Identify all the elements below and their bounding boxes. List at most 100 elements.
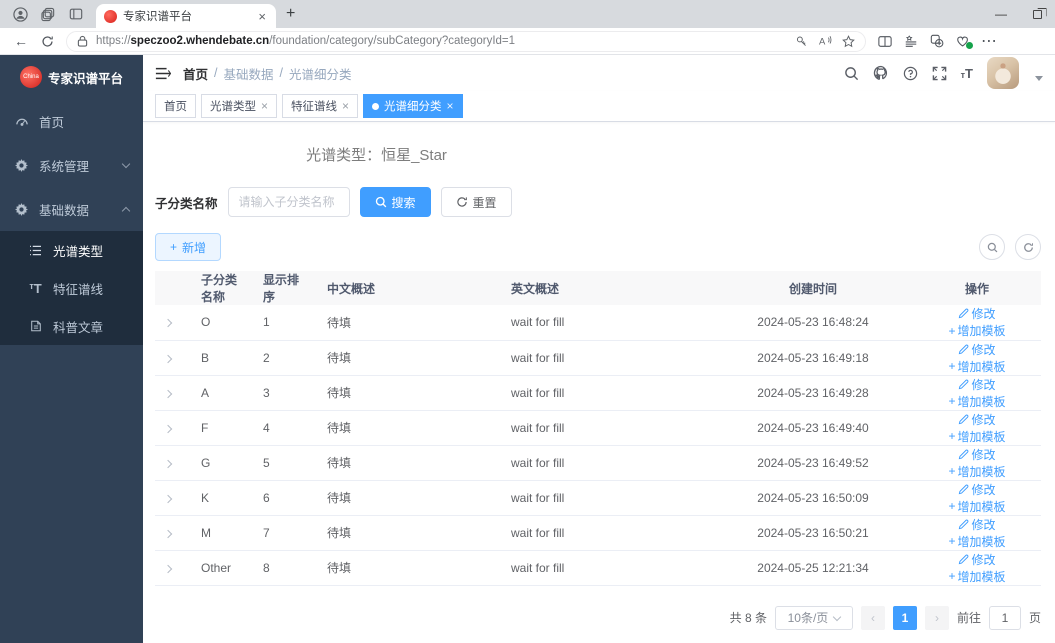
page-size-select[interactable]: 10条/页 (774, 605, 853, 630)
edit-link[interactable]: 修改 (958, 481, 996, 498)
sidebar-item-basedata[interactable]: 基础数据 (0, 187, 143, 231)
font-size-icon[interactable]: тT (961, 66, 973, 81)
app-logo[interactable]: China 专家识谱平台 (0, 55, 143, 99)
row-expand-cell[interactable] (155, 340, 191, 376)
expand-chevron-icon[interactable] (163, 459, 173, 468)
browser-profile-icon[interactable] (8, 4, 32, 24)
row-expand-cell[interactable] (155, 375, 191, 411)
sidebar-item-system[interactable]: 系统管理 (0, 143, 143, 187)
expand-chevron-icon[interactable] (163, 529, 173, 538)
row-expand-cell[interactable] (155, 515, 191, 551)
search-button[interactable]: 搜索 (359, 187, 431, 217)
row-expand-cell[interactable] (155, 410, 191, 446)
sidebar-item-articles[interactable]: 科普文章 (0, 307, 143, 345)
toggle-search-icon[interactable] (979, 234, 1005, 260)
reset-button[interactable]: 重置 (440, 187, 512, 217)
back-icon[interactable]: ← (8, 33, 34, 49)
next-page-button[interactable]: › (924, 605, 949, 630)
row-expand-cell[interactable] (155, 445, 191, 481)
breadcrumb-home[interactable]: 首页 (183, 64, 208, 83)
cell-name: A (191, 375, 253, 411)
password-key-icon[interactable] (795, 35, 808, 48)
tab-close-icon[interactable]: × (256, 9, 268, 24)
split-screen-icon[interactable] (872, 35, 898, 48)
edit-link[interactable]: 修改 (958, 376, 996, 393)
favorite-star-icon[interactable] (842, 34, 855, 48)
tab-actions-icon[interactable] (64, 4, 88, 24)
tag-close-icon[interactable]: × (342, 99, 349, 113)
tag-spectrum-type[interactable]: 光谱类型 × (201, 94, 278, 118)
add-template-link[interactable]: + 增加模板 (948, 322, 1005, 339)
github-icon[interactable] (873, 65, 889, 81)
add-template-link[interactable]: + 增加模板 (948, 428, 1005, 445)
cell-created-time: 2024-05-23 16:50:21 (713, 515, 913, 551)
row-expand-cell[interactable] (155, 480, 191, 516)
add-button[interactable]: + 新增 (155, 233, 222, 261)
expand-chevron-icon[interactable] (163, 319, 173, 328)
user-avatar[interactable] (987, 57, 1019, 89)
workspaces-icon[interactable] (36, 4, 60, 24)
plus-icon: + (948, 429, 956, 443)
new-tab-button[interactable]: + (286, 5, 295, 23)
sidebar-toggle-icon[interactable] (155, 67, 171, 80)
tag-close-icon[interactable]: × (447, 99, 454, 113)
add-template-label: 增加模板 (957, 429, 1006, 444)
restore-button[interactable] (1019, 0, 1055, 28)
row-expand-cell[interactable] (155, 305, 191, 341)
refresh-table-icon[interactable] (1015, 234, 1041, 260)
cell-operations: 修改 + 增加模板 (913, 305, 1041, 341)
help-icon[interactable] (903, 66, 918, 81)
subcategory-name-input[interactable] (227, 187, 350, 217)
chevron-down-icon (833, 612, 842, 621)
add-template-link[interactable]: + 增加模板 (948, 533, 1005, 550)
avatar-caret-icon[interactable] (1035, 75, 1043, 81)
fullscreen-icon[interactable] (932, 66, 947, 81)
expand-chevron-icon[interactable] (163, 494, 173, 503)
tag-close-icon[interactable]: × (261, 99, 268, 113)
lock-icon[interactable] (77, 35, 88, 47)
add-template-label: 增加模板 (957, 324, 1006, 339)
expand-chevron-icon[interactable] (163, 354, 173, 363)
cell-created-time: 2024-05-23 16:49:52 (713, 445, 913, 481)
tag-home[interactable]: 首页 (155, 94, 196, 118)
read-aloud-icon[interactable]: A (818, 35, 832, 47)
row-expand-cell[interactable] (155, 550, 191, 586)
add-template-link[interactable]: + 增加模板 (948, 498, 1005, 515)
address-bar[interactable]: https://speczoo2.whendebate.cn/foundatio… (66, 30, 866, 52)
tag-subcategory-active[interactable]: 光谱细分类 × (363, 94, 463, 118)
goto-page-input[interactable] (988, 605, 1021, 630)
browser-essentials-icon[interactable] (950, 35, 976, 49)
tag-feature-lines[interactable]: 特征谱线 × (282, 94, 359, 118)
expand-chevron-icon[interactable] (163, 389, 173, 398)
extensions-icon[interactable] (924, 34, 950, 48)
prev-page-button[interactable]: ‹ (860, 605, 885, 630)
edit-link[interactable]: 修改 (958, 305, 996, 322)
expand-chevron-icon[interactable] (163, 424, 173, 433)
table-toolbar: + 新增 (155, 233, 1041, 261)
sidebar: China 专家识谱平台 首页 系统管理 基础数据 光谱类型 т T 特征谱线 … (0, 55, 143, 643)
edit-link[interactable]: 修改 (958, 516, 996, 533)
browser-tab[interactable]: 专家识谱平台 × (96, 4, 276, 28)
breadcrumb-mid[interactable]: 基础数据 (224, 64, 274, 83)
sidebar-item-feature-lines[interactable]: тT 特征谱线 (0, 269, 143, 307)
edit-link[interactable]: 修改 (958, 446, 996, 463)
expand-chevron-icon[interactable] (163, 564, 173, 573)
collections-icon[interactable] (898, 34, 924, 48)
add-template-link[interactable]: + 增加模板 (948, 463, 1005, 480)
add-template-link[interactable]: + 增加模板 (948, 358, 1005, 375)
add-template-link[interactable]: + 增加模板 (948, 393, 1005, 410)
reload-icon[interactable] (34, 35, 60, 48)
breadcrumb-current: 光谱细分类 (289, 67, 352, 82)
sidebar-item-home[interactable]: 首页 (0, 99, 143, 143)
edit-link[interactable]: 修改 (958, 341, 996, 358)
browser-menu-icon[interactable]: ⋯ (976, 31, 1002, 51)
header-search-icon[interactable] (844, 66, 859, 81)
add-template-link[interactable]: + 增加模板 (948, 568, 1005, 585)
edit-link[interactable]: 修改 (958, 551, 996, 568)
cell-created-time: 2024-05-23 16:49:28 (713, 375, 913, 411)
chevron-down-icon (121, 159, 131, 168)
page-number-button[interactable]: 1 (892, 605, 917, 630)
minimize-button[interactable]: — (983, 0, 1019, 28)
edit-link[interactable]: 修改 (958, 411, 996, 428)
sidebar-item-spectrum-type[interactable]: 光谱类型 (0, 231, 143, 269)
